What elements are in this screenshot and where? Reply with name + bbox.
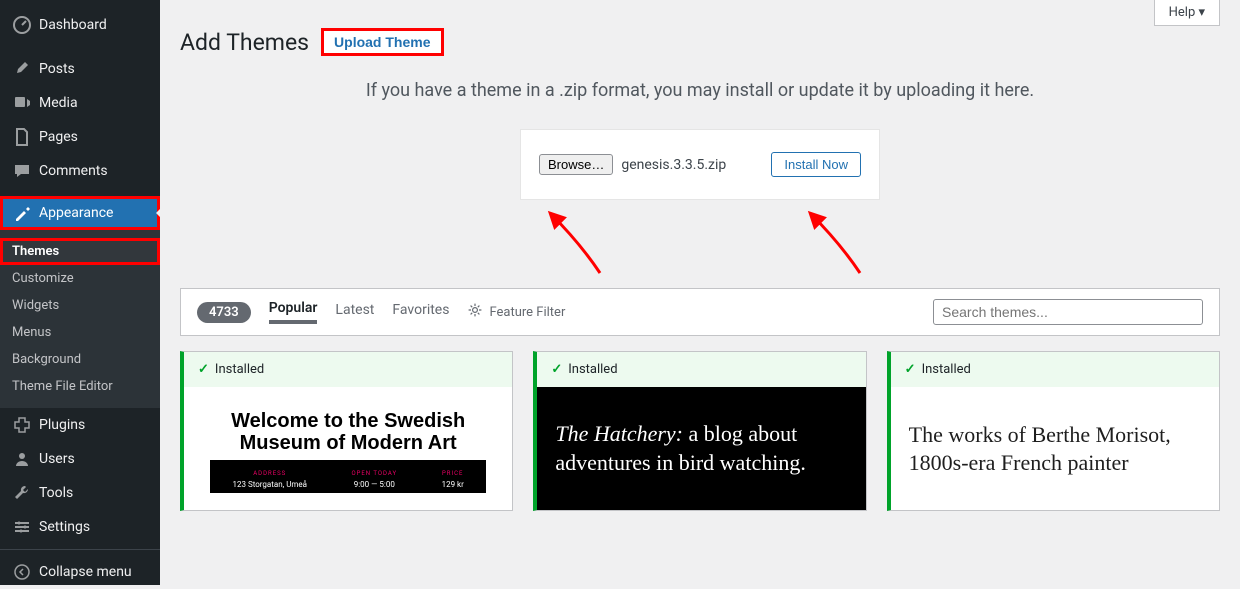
theme-preview: Welcome to the SwedishMuseum of Modern A… bbox=[184, 387, 512, 510]
sidebar-label: Comments bbox=[39, 163, 108, 179]
feature-filter-button[interactable]: Feature Filter bbox=[467, 302, 565, 322]
sidebar-label: Posts bbox=[39, 61, 75, 77]
upload-help-text: If you have a theme in a .zip format, yo… bbox=[180, 80, 1220, 101]
plugins-icon bbox=[12, 415, 32, 435]
sidebar-label: Tools bbox=[39, 485, 73, 501]
sidebar-label: Media bbox=[39, 95, 78, 111]
appearance-icon bbox=[12, 203, 32, 223]
browse-button[interactable]: Browse… bbox=[539, 154, 613, 175]
collapse-icon bbox=[12, 562, 32, 582]
theme-card[interactable]: ✓Installed The Hatchery: a blog about ad… bbox=[533, 351, 866, 511]
sidebar-collapse[interactable]: Collapse menu bbox=[0, 555, 160, 589]
sidebar-label: Users bbox=[39, 451, 75, 467]
main-content: Help ▾ Add Themes Upload Theme If you ha… bbox=[160, 0, 1240, 585]
check-icon: ✓ bbox=[905, 362, 916, 377]
pin-icon bbox=[12, 59, 32, 79]
filter-bar: 4733 Popular Latest Favorites Feature Fi… bbox=[180, 288, 1220, 336]
gear-icon bbox=[467, 302, 483, 322]
sidebar-item-dashboard[interactable]: Dashboard bbox=[0, 8, 160, 42]
sidebar-item-media[interactable]: Media bbox=[0, 86, 160, 120]
sidebar-label: Dashboard bbox=[39, 17, 107, 33]
theme-card[interactable]: ✓Installed Welcome to the SwedishMuseum … bbox=[180, 351, 513, 511]
tools-icon bbox=[12, 483, 32, 503]
sidebar-item-settings[interactable]: Settings bbox=[0, 510, 160, 544]
pages-icon bbox=[12, 127, 32, 147]
theme-status-installed: ✓Installed bbox=[537, 352, 865, 387]
submenu-customize[interactable]: Customize bbox=[0, 265, 160, 292]
sidebar-item-posts[interactable]: Posts bbox=[0, 52, 160, 86]
theme-grid: ✓Installed Welcome to the SwedishMuseum … bbox=[180, 351, 1220, 511]
admin-sidebar: Dashboard Posts Media Pages Comments App… bbox=[0, 0, 160, 585]
submenu-background[interactable]: Background bbox=[0, 346, 160, 373]
theme-card[interactable]: ✓Installed The works of Berthe Morisot, … bbox=[887, 351, 1220, 511]
media-icon bbox=[12, 93, 32, 113]
page-title: Add Themes bbox=[180, 29, 309, 56]
sidebar-label: Plugins bbox=[39, 417, 85, 433]
submenu-themes[interactable]: Themes bbox=[0, 238, 160, 265]
sidebar-item-users[interactable]: Users bbox=[0, 442, 160, 476]
users-icon bbox=[12, 449, 32, 469]
feature-filter-label: Feature Filter bbox=[489, 305, 565, 320]
search-themes-input[interactable] bbox=[933, 299, 1203, 325]
sidebar-item-plugins[interactable]: Plugins bbox=[0, 408, 160, 442]
theme-preview: The works of Berthe Morisot, 1800s-era F… bbox=[891, 387, 1219, 510]
help-tab[interactable]: Help ▾ bbox=[1154, 0, 1220, 26]
submenu-widgets[interactable]: Widgets bbox=[0, 292, 160, 319]
theme-status-installed: ✓Installed bbox=[891, 352, 1219, 387]
filter-latest[interactable]: Latest bbox=[335, 302, 374, 322]
annotation-arrows bbox=[500, 208, 900, 268]
filter-favorites[interactable]: Favorites bbox=[392, 302, 449, 322]
sidebar-label: Settings bbox=[39, 519, 90, 535]
selected-file-name: genesis.3.3.5.zip bbox=[621, 157, 726, 173]
arrow-icon bbox=[530, 203, 610, 283]
check-icon: ✓ bbox=[551, 362, 562, 377]
theme-preview: The Hatchery: a blog about adventures in… bbox=[537, 387, 865, 510]
submenu-menus[interactable]: Menus bbox=[0, 319, 160, 346]
install-now-button[interactable]: Install Now bbox=[771, 152, 861, 177]
check-icon: ✓ bbox=[198, 362, 209, 377]
filter-popular[interactable]: Popular bbox=[269, 300, 318, 324]
arrow-icon bbox=[790, 203, 870, 283]
sidebar-item-tools[interactable]: Tools bbox=[0, 476, 160, 510]
sidebar-label: Pages bbox=[39, 129, 78, 145]
theme-status-installed: ✓Installed bbox=[184, 352, 512, 387]
theme-count-badge: 4733 bbox=[197, 302, 251, 323]
sidebar-item-appearance[interactable]: Appearance bbox=[0, 196, 160, 230]
settings-icon bbox=[12, 517, 32, 537]
sidebar-item-pages[interactable]: Pages bbox=[0, 120, 160, 154]
dashboard-icon bbox=[12, 15, 32, 35]
sidebar-item-comments[interactable]: Comments bbox=[0, 154, 160, 188]
upload-form: Browse… genesis.3.3.5.zip Install Now bbox=[520, 129, 880, 200]
submenu-theme-file-editor[interactable]: Theme File Editor bbox=[0, 373, 160, 400]
upload-theme-button[interactable]: Upload Theme bbox=[321, 28, 443, 56]
sidebar-label: Collapse menu bbox=[39, 564, 132, 580]
sidebar-label: Appearance bbox=[39, 205, 113, 221]
appearance-submenu: Themes Customize Widgets Menus Backgroun… bbox=[0, 230, 160, 408]
comments-icon bbox=[12, 161, 32, 181]
